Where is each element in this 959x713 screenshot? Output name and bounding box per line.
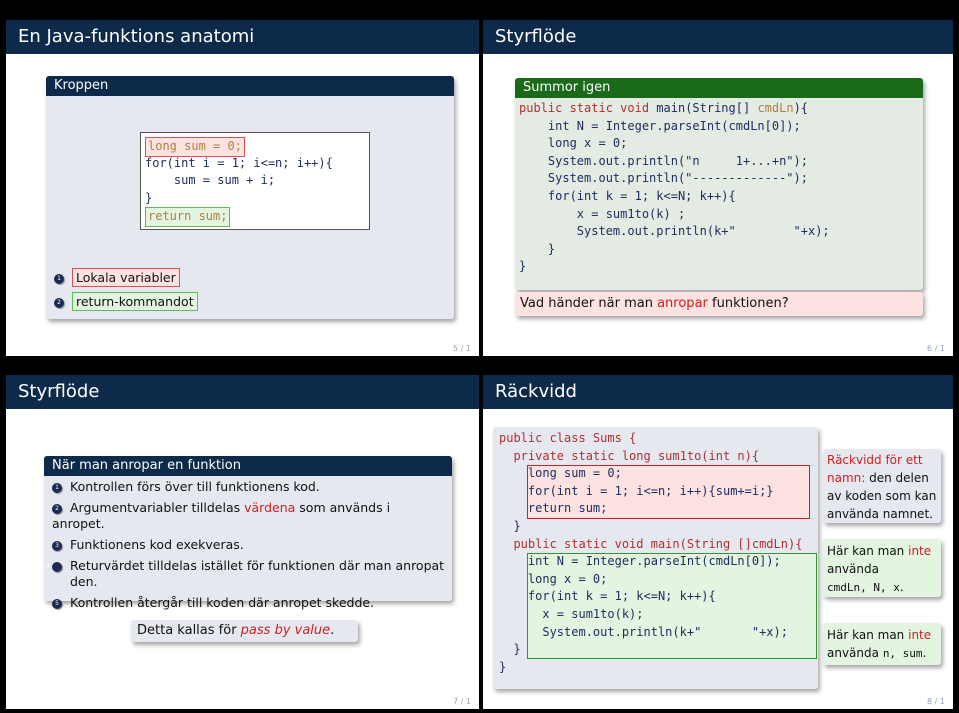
scope-definition-note: Räckvidd för ett namn: den delen av kode… (823, 449, 941, 523)
code-line-4: System.out.println("n 1+...+n"); (519, 153, 808, 168)
page-number: 7 / 1 (453, 697, 471, 706)
code-line-5: return sum; (499, 501, 608, 516)
slide-control-flow-steps: Styrflöde När man anropar en funktion 1K… (6, 375, 479, 709)
list-item: 2 Argumentvariabler tilldelas värdena som… (52, 500, 391, 531)
local-variable-highlight: long sum = 0; (145, 137, 245, 157)
code-line-4: } (145, 190, 153, 205)
block-title: När man anropar en funktion (44, 456, 452, 476)
slide-scope: Räckvidd public class Sums { private sta… (483, 375, 953, 709)
question-box: Vad händer när man anropar funktionen? (515, 292, 923, 316)
bullet-number: 2 (54, 297, 64, 308)
code-line-1: long sum = 0; (145, 137, 271, 157)
code-line-2: int N = Integer.parseInt(cmdLn[0]); (519, 118, 801, 133)
return-highlight: return sum; (145, 207, 231, 227)
list-item: 1 Kontrollen förs över till funktionens k… (52, 479, 446, 495)
page-number: 5 / 1 (453, 344, 471, 353)
scope-code-block: public class Sums { private static long … (493, 427, 818, 689)
block-summor-igen: Summor igen public static void main(Stri… (515, 78, 923, 290)
item-label: return-kommandot (72, 292, 198, 311)
sum1to-body-highlight: long sum = 0; for(int i = 1; i<=n; i++){… (499, 465, 818, 520)
block-function-call: När man anropar en funktion 1 Kontrollen … (44, 456, 452, 610)
code-line-5: return sum; (145, 207, 369, 227)
code-line-6: } (499, 518, 521, 533)
code-line-7: x = sum1to(k) ; (519, 206, 686, 221)
block-kroppen: Kroppen long sum = 0; for(int i = 1; i<=… (46, 76, 454, 319)
code-line-3: sum = sum + i; (145, 173, 276, 188)
main-scope-note: Här kan man inte använda cmdLn, N, x. (823, 539, 941, 597)
code-line-2: for(int i = 1; i<=n; i++){ (145, 155, 333, 170)
code-line-12: System.out.println(k+" "+x); (499, 624, 788, 639)
slide-title: Styrflöde (483, 20, 953, 54)
code-line-3: long x = 0; (519, 136, 628, 151)
slide-title: Räckvidd (483, 375, 953, 409)
main-body-highlight: int N = Integer.parseInt(cmdLn[0]); long… (499, 553, 818, 660)
code-line-5: System.out.println("-------------"); (519, 171, 808, 186)
bullet-number: 5 (52, 598, 62, 609)
code-line-8: int N = Integer.parseInt(cmdLn[0]); (499, 554, 781, 569)
list-item: 4 Returvärdet tilldelas istället för funk… (46, 558, 445, 589)
slide-control-flow: Styrflöde Summor igen public static void… (483, 20, 953, 356)
code-line-10: } (519, 259, 527, 274)
code-line-9: } (519, 241, 556, 256)
code-line-7: public static void main(String []cmdLn){ (499, 536, 803, 551)
code-line-14: } (499, 659, 507, 674)
item-label: Lokala variabler (72, 268, 180, 287)
pass-by-value-note: Detta kallas för pass by value. (131, 620, 358, 642)
block-title: Summor igen (515, 78, 923, 98)
code-line-9: long x = 0; (499, 571, 608, 586)
list-item: 1 Lokala variabler (54, 268, 180, 287)
code-line-11: x = sum1to(k); (499, 606, 644, 621)
slide-title: Styrflöde (6, 375, 479, 409)
code-line-2: private static long sum1to(int n){ (499, 448, 760, 463)
bullet-number: 3 (52, 540, 62, 551)
page-number: 8 / 1 (927, 697, 945, 706)
code-line-1: public class Sums { (499, 431, 637, 445)
sum1to-scope-note: Här kan man inte använda n, sum. (823, 623, 941, 665)
list-item: 3 Funktionens kod exekveras. (52, 537, 446, 553)
bullet-number: 4 (46, 561, 62, 572)
bullet-number: 1 (52, 482, 62, 493)
page-number: 6 / 1 (927, 344, 945, 353)
code-line-8: System.out.println(k+" "+x); (519, 224, 830, 239)
bullet-number: 2 (52, 503, 62, 514)
list-item: 5 Kontrollen återgår till koden där anrop… (52, 595, 446, 611)
code-box: long sum = 0; for(int i = 1; i<=n; i++){… (140, 132, 370, 230)
bullet-number: 1 (54, 273, 64, 284)
list-item: 2 return-kommandot (54, 292, 198, 311)
block-title: Kroppen (46, 76, 454, 96)
code-line-10: for(int k = 1; k<=N; k++){ (499, 589, 716, 604)
code-line-3: long sum = 0; (499, 466, 622, 481)
slide-title: En Java-funktions anatomi (6, 20, 479, 54)
code-line-4: for(int i = 1; i<=n; i++){sum+=i;} (499, 483, 774, 498)
slide-function-anatomy: En Java-funktions anatomi Kroppen long s… (6, 20, 479, 356)
code-line-6: for(int k = 1; k<=N; k++){ (519, 188, 736, 203)
code-line-1: public static void main(String[] cmdLn){ (519, 101, 809, 115)
